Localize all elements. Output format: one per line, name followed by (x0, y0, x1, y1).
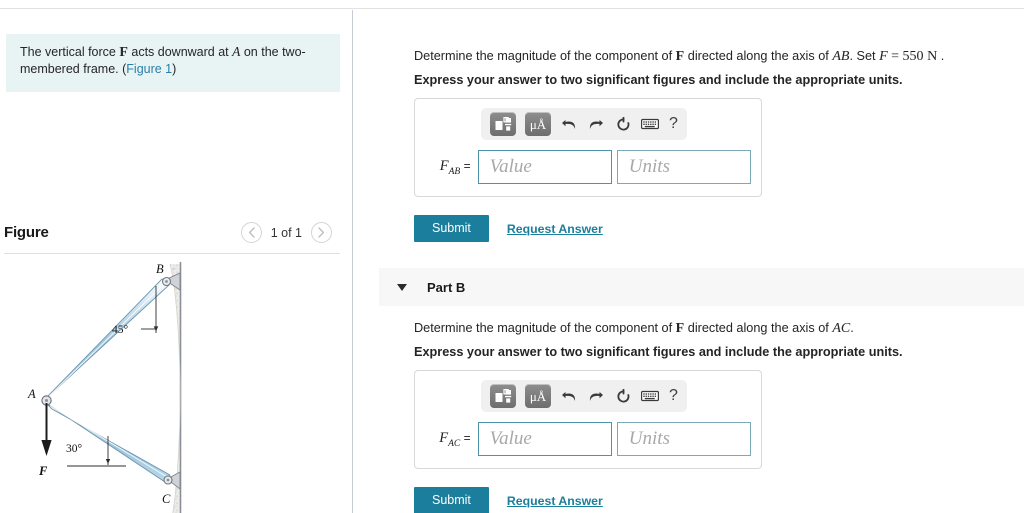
right-panel: Determine the magnitude of the component… (353, 10, 1024, 513)
math-template-icon[interactable] (490, 384, 516, 408)
qa-var-f: F (879, 49, 888, 64)
qa-post: . Set (849, 49, 880, 63)
chevron-right-icon[interactable] (311, 222, 332, 243)
part-a-toolbar-wrap: μÅ ? (425, 108, 751, 140)
chevron-left-icon[interactable] (240, 222, 262, 243)
math-template-icon[interactable] (490, 112, 516, 136)
angle-label-30: 30° (66, 443, 83, 455)
member-ab (44, 278, 170, 400)
part-b-value-input[interactable]: Value (477, 422, 612, 456)
figure-1-link[interactable]: Figure 1 (126, 62, 172, 76)
part-a-request-answer-link[interactable]: Request Answer (507, 222, 603, 236)
frame-diagram-svg: F 45° 30° A B C (27, 262, 182, 513)
redo-arrow-icon[interactable] (587, 386, 605, 406)
point-label-b: B (156, 262, 164, 276)
part-b-answer-toolbar: μÅ ? (481, 380, 687, 412)
part-a-instruction: Express your answer to two significant f… (414, 73, 903, 87)
part-b-units-input[interactable]: Units (616, 422, 752, 456)
problem-statement-box: The vertical force F acts downward at A … (6, 34, 340, 92)
qb-pre: Determine the magnitude of the component… (414, 321, 676, 335)
force-symbol-bold: F (119, 45, 128, 60)
fa-subscript: AB (448, 166, 461, 177)
frame-diagram-figure: F 45° 30° A B C (4, 260, 340, 513)
qa-axis-ab: AB (832, 49, 850, 64)
figure-page-count: 1 of 1 (270, 225, 302, 240)
part-a-question: Determine the magnitude of the component… (414, 48, 1014, 65)
part-b-submit-row: Submit Request Answer (414, 487, 603, 513)
fb-subscript: AC (448, 438, 461, 449)
figure-divider (4, 253, 340, 254)
qa-force-symbol: F (675, 49, 685, 64)
qa-mid: directed along the axis of (684, 49, 833, 63)
keyboard-icon[interactable] (641, 386, 659, 406)
reset-circular-arrow-icon[interactable] (614, 386, 632, 406)
statement-part-4: ) (172, 62, 177, 76)
top-divider (0, 8, 1024, 9)
qa-end: . (937, 49, 945, 63)
units-glyph-label: μÅ (529, 116, 547, 132)
part-a-units-input[interactable]: Units (616, 150, 752, 184)
figure-title: Figure (4, 224, 49, 241)
qb-mid: directed along the axis of (684, 321, 833, 335)
question-mark-icon[interactable]: ? (668, 388, 678, 404)
part-b-title: Part B (427, 279, 466, 295)
part-b-answer-box: μÅ ? FAC = Value Units (414, 370, 762, 469)
part-a-answer-toolbar: μÅ ? (481, 108, 687, 140)
statement-part-2: acts downward at (127, 45, 233, 59)
part-b-toolbar-wrap: μÅ ? (425, 380, 751, 412)
part-a-field-row: FAB = Value Units (425, 150, 752, 184)
part-a-submit-button[interactable]: Submit (414, 215, 489, 242)
figure-header: Figure 1 of 1 (0, 220, 340, 254)
micro-angstrom-units-icon[interactable]: μÅ (525, 112, 551, 136)
fb-equals: = (460, 430, 471, 445)
qb-post: . (850, 321, 854, 335)
units-glyph-label: μÅ (529, 388, 547, 404)
qa-eq-value: = 550 (887, 49, 928, 64)
chevron-down-icon[interactable] (397, 283, 407, 291)
figure-navigation: 1 of 1 (240, 222, 332, 243)
qa-pre: Determine the magnitude of the component… (414, 49, 676, 63)
reset-circular-arrow-icon[interactable] (614, 114, 632, 134)
fa-symbol: F (439, 157, 449, 174)
part-b-header[interactable]: Part B (379, 268, 1024, 306)
fb-symbol: F (439, 429, 449, 446)
part-b-submit-button[interactable]: Submit (414, 487, 489, 513)
qa-unit-n: N (927, 49, 938, 64)
part-b-instruction: Express your answer to two significant f… (414, 345, 903, 359)
keyboard-icon[interactable] (641, 114, 659, 134)
statement-part-1: The vertical force (20, 45, 120, 59)
part-b-field-label: FAC = (425, 430, 478, 449)
qb-force-symbol: F (675, 321, 685, 336)
angle-label-45: 45° (112, 324, 129, 336)
part-a-value-input[interactable]: Value (477, 150, 612, 184)
left-panel: The vertical force F acts downward at A … (0, 10, 352, 513)
undo-arrow-icon[interactable] (560, 386, 578, 406)
point-label-c: C (162, 492, 171, 506)
part-b-field-row: FAC = Value Units (425, 422, 752, 456)
redo-arrow-icon[interactable] (587, 114, 605, 134)
problem-statement-text: The vertical force F acts downward at A … (20, 44, 326, 77)
part-b-question: Determine the magnitude of the component… (414, 320, 1014, 337)
qb-axis-ac: AC (832, 321, 851, 336)
force-label-f: F (38, 464, 48, 478)
part-a-submit-row: Submit Request Answer (414, 215, 603, 242)
point-label-a: A (27, 387, 36, 401)
part-b-request-answer-link[interactable]: Request Answer (507, 494, 603, 508)
mastering-physics-problem-page: The vertical force F acts downward at A … (0, 0, 1024, 513)
fa-equals: = (460, 158, 471, 173)
part-a-answer-box: μÅ ? FAB = Value Units (414, 98, 762, 197)
force-arrow-f (41, 403, 52, 456)
part-a-field-label: FAB = (425, 158, 478, 177)
question-mark-icon[interactable]: ? (668, 116, 678, 132)
micro-angstrom-units-icon[interactable]: μÅ (525, 384, 551, 408)
undo-arrow-icon[interactable] (560, 114, 578, 134)
